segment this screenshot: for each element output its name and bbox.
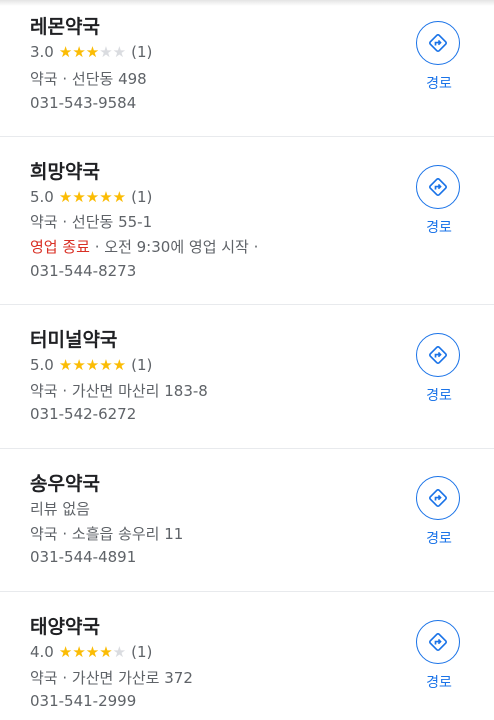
rating-value: 5.0 [30, 188, 54, 206]
directions-button[interactable] [416, 476, 460, 520]
place-name[interactable]: 송우약국 [30, 469, 100, 496]
directions-label[interactable]: 경로 [418, 672, 460, 692]
directions-icon [429, 34, 447, 52]
category-address: 약국 · 선단동 498 [30, 70, 147, 88]
star-empty-icon: ★ [99, 42, 113, 61]
rating-row: 5.0 ★ ★ ★ ★ ★ (1) [30, 356, 152, 374]
review-count[interactable]: (1) [131, 43, 152, 61]
rating-value: 4.0 [30, 643, 54, 661]
star-filled-icon: ★ [72, 42, 86, 61]
closed-status: 영업 종료 [30, 238, 90, 256]
category-address: 약국 · 소흘읍 송우리 11 [30, 525, 184, 543]
phone-number[interactable]: 031-543-9584 [30, 94, 136, 112]
rating-value: 5.0 [30, 356, 54, 374]
directions-button[interactable] [416, 333, 460, 377]
star-empty-icon: ★ [112, 42, 127, 61]
rating-value: 3.0 [30, 43, 54, 61]
directions-button[interactable] [416, 21, 460, 65]
star-filled-icon: ★ [85, 355, 100, 374]
category-address: 약국 · 가산면 가산로 372 [30, 669, 193, 687]
review-count[interactable]: (1) [131, 356, 152, 374]
phone-number[interactable]: 031-544-4891 [30, 548, 136, 566]
directions-button[interactable] [416, 165, 460, 209]
phone-number[interactable]: 031-541-2999 [30, 692, 136, 710]
star-filled-icon: ★ [72, 355, 86, 374]
star-filled-icon: ★ [85, 187, 100, 206]
star-filled-icon: ★ [99, 355, 113, 374]
directions-icon [429, 489, 447, 507]
directions-label[interactable]: 경로 [418, 528, 460, 548]
star-filled-icon: ★ [112, 187, 127, 206]
star-filled-icon: ★ [99, 642, 113, 661]
list-item[interactable]: 송우약국 리뷰 없음 약국 · 소흘읍 송우리 11 031-544-4891 … [0, 449, 494, 592]
star-rating: ★ ★ ★ ★ ★ [58, 187, 127, 206]
star-filled-icon: ★ [58, 355, 73, 374]
star-rating: ★ ★ ★ ★ ★ [58, 355, 127, 374]
list-item[interactable]: 터미널약국 5.0 ★ ★ ★ ★ ★ (1) 약국 · 가산면 마산리 183-8 0… [0, 305, 494, 449]
star-filled-icon: ★ [72, 187, 86, 206]
directions-label[interactable]: 경로 [418, 385, 460, 405]
star-filled-icon: ★ [85, 642, 100, 661]
list-item[interactable]: 희망약국 5.0 ★ ★ ★ ★ ★ (1) 약국 · 선단동 55-1 영업 종료 ·… [0, 137, 494, 305]
directions-icon [429, 178, 447, 196]
directions-icon [429, 633, 447, 651]
category-address: 약국 · 선단동 55-1 [30, 213, 153, 231]
place-name[interactable]: 레몬약국 [30, 12, 100, 39]
directions-button[interactable] [416, 620, 460, 664]
phone-number[interactable]: 031-544-8273 [30, 262, 136, 280]
directions-icon [429, 346, 447, 364]
rating-row: 3.0 ★ ★ ★ ★ ★ (1) [30, 43, 152, 61]
place-name[interactable]: 터미널약국 [30, 325, 117, 352]
place-name[interactable]: 태양약국 [30, 612, 100, 639]
category-address: 약국 · 가산면 마산리 183-8 [30, 382, 208, 400]
opening-hours: · 오전 9:30에 영업 시작 · [89, 238, 259, 256]
star-filled-icon: ★ [58, 42, 73, 61]
star-filled-icon: ★ [58, 642, 73, 661]
rating-row: 5.0 ★ ★ ★ ★ ★ (1) [30, 188, 152, 206]
star-rating: ★ ★ ★ ★ ★ [58, 642, 127, 661]
star-filled-icon: ★ [58, 187, 73, 206]
star-filled-icon: ★ [85, 42, 100, 61]
opening-status: 영업 종료 · 오전 9:30에 영업 시작 · [30, 236, 258, 257]
star-rating: ★ ★ ★ ★ ★ [58, 42, 127, 61]
star-filled-icon: ★ [99, 187, 113, 206]
review-count[interactable]: (1) [131, 188, 152, 206]
review-count[interactable]: (1) [131, 643, 152, 661]
directions-label[interactable]: 경로 [418, 73, 460, 93]
rating-row: 4.0 ★ ★ ★ ★ ★ (1) [30, 643, 152, 661]
list-item[interactable]: 레몬약국 3.0 ★ ★ ★ ★ ★ (1) 약국 · 선단동 498 031-543-… [0, 0, 494, 137]
no-reviews-text: 리뷰 없음 [30, 500, 90, 518]
star-filled-icon: ★ [112, 355, 127, 374]
star-filled-icon: ★ [72, 642, 86, 661]
list-item[interactable]: 태양약국 4.0 ★ ★ ★ ★ ★ (1) 약국 · 가산면 가산로 372 031-… [0, 592, 494, 720]
directions-label[interactable]: 경로 [418, 217, 460, 237]
place-name[interactable]: 희망약국 [30, 157, 100, 184]
phone-number[interactable]: 031-542-6272 [30, 405, 136, 423]
star-empty-icon: ★ [112, 642, 127, 661]
